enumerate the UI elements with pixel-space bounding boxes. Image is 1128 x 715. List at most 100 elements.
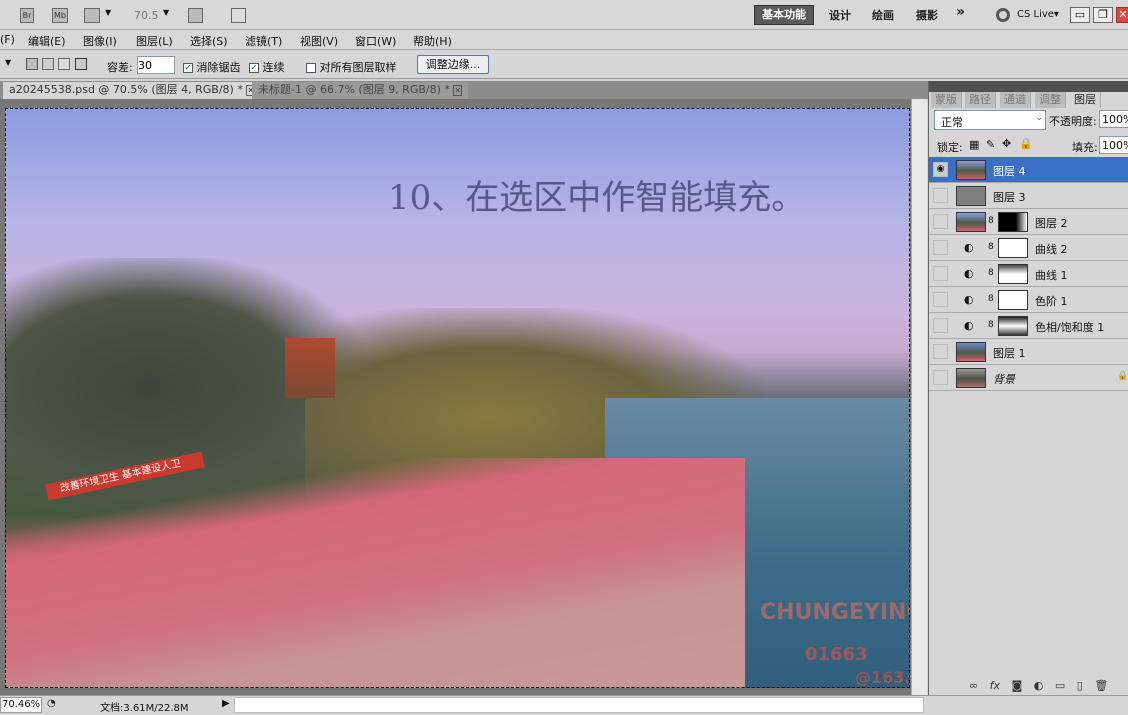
layer-thumbnail xyxy=(956,342,986,362)
link-icon: 8 xyxy=(988,294,994,304)
layer-row[interactable]: ◐ 8 曲线 1 xyxy=(929,261,1128,287)
intersect-selection-icon[interactable] xyxy=(75,58,87,70)
new-selection-icon[interactable] xyxy=(26,58,38,70)
new-layer-icon[interactable]: ▯ xyxy=(1077,679,1083,692)
tolerance-input[interactable] xyxy=(137,56,175,74)
workspace-painting[interactable]: 绘画 xyxy=(872,7,894,23)
layer-row[interactable]: 背景 🔒 xyxy=(929,365,1128,391)
contiguous-checkbox[interactable]: ✓ 连续 xyxy=(249,59,285,75)
chevron-down-icon[interactable]: ▼ xyxy=(163,8,169,17)
subtract-selection-icon[interactable] xyxy=(58,58,70,70)
workspace-photography[interactable]: 摄影 xyxy=(916,7,938,23)
tab-masks[interactable]: 蒙版 xyxy=(931,92,962,108)
options-bar: ▼ 容差: ✓ 消除锯齿 ✓ 连续 对所有图层取样 调整边缘... xyxy=(0,51,1128,79)
mini-bridge-button[interactable]: Mb xyxy=(52,8,68,23)
preview-icon[interactable]: ◔ xyxy=(47,698,56,709)
view-extras-button[interactable] xyxy=(84,8,100,23)
tab-document-2[interactable]: 未标题-1 @ 66.7% (图层 9, RGB/8) * ✕ xyxy=(252,82,469,99)
layer-mask-thumbnail xyxy=(998,316,1028,336)
delete-layer-icon[interactable]: 🗑 xyxy=(1094,679,1108,692)
layer-row[interactable]: 图层 3 xyxy=(929,183,1128,209)
antialias-checkbox[interactable]: ✓ 消除锯齿 xyxy=(183,59,241,75)
new-group-icon[interactable]: ▭ xyxy=(1055,679,1065,692)
visibility-toggle[interactable] xyxy=(933,344,948,359)
layer-name: 图层 3 xyxy=(993,191,1026,204)
add-mask-icon[interactable]: ◙ xyxy=(1012,679,1023,692)
adjustment-icon: ◐ xyxy=(964,267,974,280)
vertical-scrollbar[interactable] xyxy=(911,99,927,695)
more-workspaces-button[interactable]: » xyxy=(956,4,965,20)
layer-row[interactable]: 8 图层 2 xyxy=(929,209,1128,235)
tab-adjustments[interactable]: 调整 xyxy=(1035,92,1066,108)
visibility-toggle[interactable] xyxy=(933,266,948,281)
zoom-level[interactable]: 70.5 xyxy=(134,9,159,22)
zoom-input[interactable]: 70.46% xyxy=(0,697,42,713)
layer-name: 曲线 2 xyxy=(1035,243,1068,256)
tab-paths[interactable]: 路径 xyxy=(965,92,996,108)
panel-footer-icons: ∞ fx ◙ ◐ ▭ ▯ 🗑 xyxy=(969,679,1108,692)
layer-row[interactable]: 图层 1 xyxy=(929,339,1128,365)
lock-all-icon[interactable]: 🔒 xyxy=(1019,137,1033,150)
fill-input[interactable]: 100% xyxy=(1099,136,1128,154)
sample-all-layers-checkbox[interactable]: 对所有图层取样 xyxy=(306,59,397,75)
workspace-essentials[interactable]: 基本功能 xyxy=(754,5,814,25)
layer-row[interactable]: ◐ 8 色阶 1 xyxy=(929,287,1128,313)
status-menu-arrow[interactable]: ▶ xyxy=(222,698,230,709)
visibility-toggle[interactable] xyxy=(933,318,948,333)
arrange-documents-button[interactable] xyxy=(188,8,203,23)
screen-mode-button[interactable] xyxy=(231,8,246,23)
menu-window[interactable]: 窗口(W) xyxy=(355,33,396,49)
refine-edge-button[interactable]: 调整边缘... xyxy=(417,55,489,74)
cs-live-menu[interactable]: CS Live▾ xyxy=(1017,9,1059,20)
eye-icon[interactable]: ◉ xyxy=(933,162,948,177)
visibility-toggle[interactable] xyxy=(933,292,948,307)
lock-pixels-icon[interactable]: ✎ xyxy=(986,138,995,151)
maximize-button[interactable]: ❐ xyxy=(1093,7,1113,23)
lock-transparency-icon[interactable]: ▦ xyxy=(969,138,979,151)
fill-label: 填充: xyxy=(1072,141,1098,154)
panel-header xyxy=(929,81,1128,92)
blend-mode-select[interactable]: 正常 ⌄ xyxy=(934,110,1046,130)
adjustment-icon: ◐ xyxy=(964,319,974,332)
bridge-button[interactable]: Br xyxy=(20,8,34,23)
menu-edit[interactable]: 编辑(E) xyxy=(28,33,66,49)
tolerance-label: 容差: xyxy=(107,61,133,74)
link-layers-icon[interactable]: ∞ xyxy=(969,679,978,692)
layer-row[interactable]: ◐ 8 曲线 2 xyxy=(929,235,1128,261)
link-icon: 8 xyxy=(988,268,994,278)
visibility-toggle[interactable] xyxy=(933,240,948,255)
opacity-input[interactable]: 100% xyxy=(1099,110,1128,128)
tool-preset-dropdown[interactable]: ▼ xyxy=(5,58,11,67)
layer-name: 色相/饱和度 1 xyxy=(1035,321,1105,334)
layer-name: 图层 1 xyxy=(993,347,1026,360)
lock-position-icon[interactable]: ✥ xyxy=(1002,137,1011,150)
new-adjustment-icon[interactable]: ◐ xyxy=(1034,679,1044,692)
minimize-button[interactable]: ▭ xyxy=(1070,7,1090,23)
workspace-design[interactable]: 设计 xyxy=(829,7,851,23)
horizontal-scrollbar[interactable] xyxy=(234,697,924,713)
menu-image[interactable]: 图像(I) xyxy=(83,33,117,49)
tab-document-1[interactable]: a20245538.psd @ 70.5% (图层 4, RGB/8) * ✕ xyxy=(3,82,262,99)
layer-row[interactable]: ◐ 8 色相/饱和度 1 xyxy=(929,313,1128,339)
visibility-toggle[interactable] xyxy=(933,188,948,203)
fx-icon[interactable]: fx xyxy=(990,679,1000,692)
menu-filter[interactable]: 滤镜(T) xyxy=(245,33,282,49)
visibility-toggle[interactable] xyxy=(933,370,948,385)
tab-layers[interactable]: 图层 xyxy=(1070,92,1101,108)
close-tab-icon[interactable]: ✕ xyxy=(453,85,463,96)
menu-select[interactable]: 选择(S) xyxy=(190,33,228,49)
layer-row[interactable]: ◉ 图层 4 xyxy=(929,157,1128,183)
chevron-down-icon[interactable]: ▼ xyxy=(105,8,111,17)
menu-layer[interactable]: 图层(L) xyxy=(136,33,173,49)
menu-view[interactable]: 视图(V) xyxy=(300,33,338,49)
layer-name: 图层 4 xyxy=(993,165,1026,178)
contiguous-label: 连续 xyxy=(262,61,285,74)
tab-channels[interactable]: 通道 xyxy=(1000,92,1031,108)
menu-file[interactable]: (F) xyxy=(0,33,15,46)
add-to-selection-icon[interactable] xyxy=(42,58,54,70)
visibility-toggle[interactable] xyxy=(933,214,948,229)
document-size[interactable]: 文档:3.61M/22.8M xyxy=(100,699,189,714)
close-button[interactable]: ✕ xyxy=(1116,7,1128,23)
menu-help[interactable]: 帮助(H) xyxy=(413,33,452,49)
antialias-label: 消除锯齿 xyxy=(196,61,241,74)
